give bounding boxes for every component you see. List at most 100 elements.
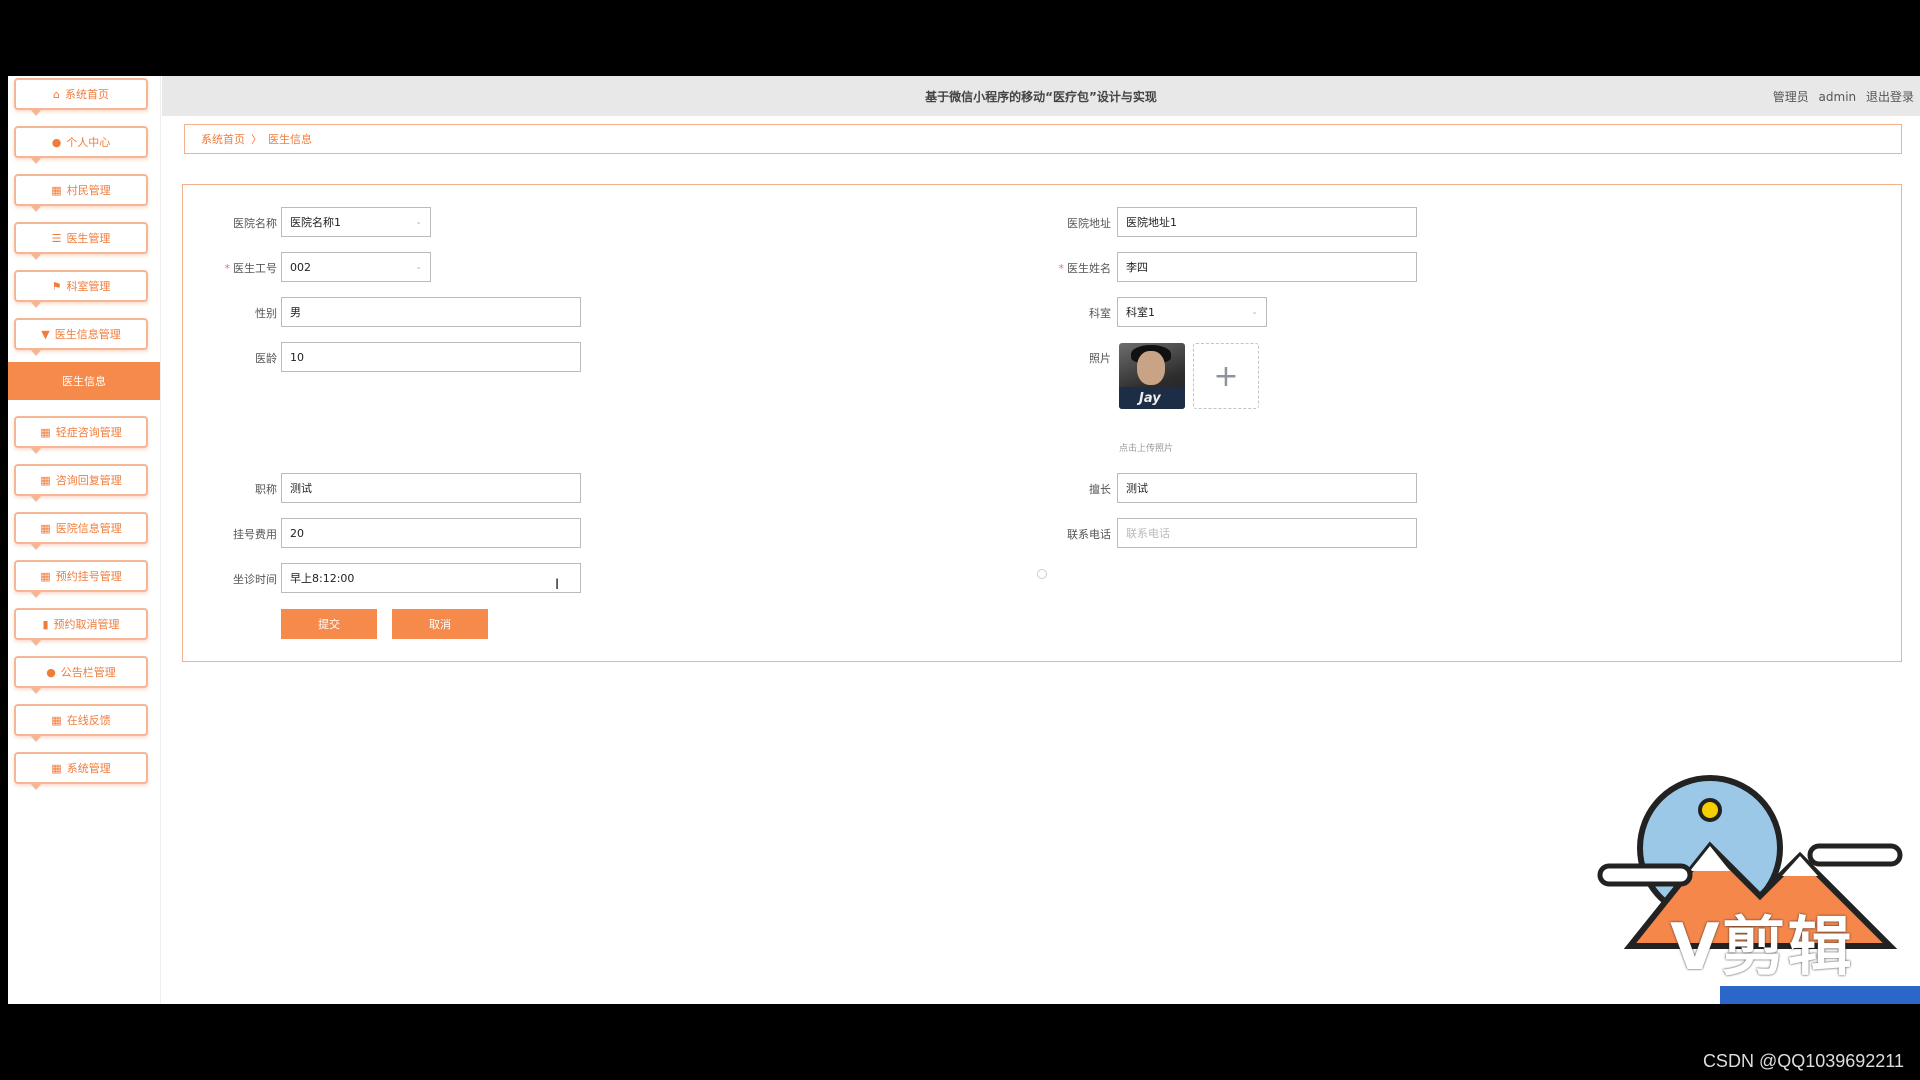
grid-icon: ▦ xyxy=(40,425,51,439)
sidebar-item-label: 在线反馈 xyxy=(66,714,111,727)
sidebar-item-10[interactable]: ▮ 预约取消管理 xyxy=(14,608,148,646)
pin-icon: ▼ xyxy=(41,327,50,341)
department-label: 科室 xyxy=(1089,307,1111,320)
app-title: 基于微信小程序的移动“医疗包”设计与实现 xyxy=(925,90,1157,104)
sidebar-item-label: 系统首页 xyxy=(64,88,109,101)
chevron-down-icon: ⌄ xyxy=(415,217,422,226)
clear-icon xyxy=(1037,569,1047,579)
user-role: 管理员 xyxy=(1772,90,1809,104)
submit-button[interactable]: 提交 xyxy=(281,609,377,639)
home-icon: ⌂ xyxy=(53,87,60,101)
sidebar-item-0[interactable]: ⌂ 系统首页 xyxy=(14,78,148,116)
sidebar-item-label: 医院信息管理 xyxy=(55,522,122,535)
breadcrumb-home[interactable]: 系统首页 xyxy=(201,131,245,147)
sidebar-subitem-doctor-info[interactable]: 医生信息 xyxy=(8,362,160,400)
tab-tail xyxy=(30,349,42,356)
tab-tail xyxy=(30,591,42,598)
sidebar-item-label: 轻症咨询管理 xyxy=(55,426,122,439)
breadcrumb-separator: 〉 xyxy=(251,133,262,146)
watermark-overlay: V剪辑 xyxy=(1560,736,1920,1004)
hospital-name-label: 医院名称 xyxy=(233,217,277,230)
tab-tail xyxy=(30,543,42,550)
sidebar-item-7[interactable]: ▦ 咨询回复管理 xyxy=(14,464,148,502)
specialty-label: 擅长 xyxy=(1089,483,1111,496)
user-icon: ● xyxy=(51,135,62,149)
photo-label: 照片 xyxy=(1089,352,1111,365)
doctor-id-label-wrap: * 医生工号 xyxy=(197,260,278,276)
logout-link[interactable]: 退出登录 xyxy=(1866,90,1914,104)
sidebar-item-9[interactable]: ▦ 预约挂号管理 xyxy=(14,560,148,598)
tab-tail xyxy=(30,639,42,646)
tab-tail xyxy=(30,783,42,790)
gender-label: 性别 xyxy=(255,307,277,320)
sidebar-item-4[interactable]: ⚑ 科室管理 xyxy=(14,270,148,308)
doctor-form: 医院名称 医院名称1 ⌄ 医院地址 医院地址1 * 医生工号 002 ⌄ * 医生姓… xyxy=(182,184,1902,662)
hospital-name-value: 医院名称1 xyxy=(290,216,341,229)
sidebar-item-11[interactable]: ● 公告栏管理 xyxy=(14,656,148,694)
title-field[interactable]: 测试 xyxy=(281,473,581,503)
sidebar-item-12[interactable]: ▦ 在线反馈 xyxy=(14,704,148,742)
location-icon: ● xyxy=(46,665,56,679)
chevron-down-icon: ⌄ xyxy=(1251,307,1258,316)
grid-icon: ▦ xyxy=(51,183,62,197)
tab-tail xyxy=(30,495,42,502)
grid-icon: ▦ xyxy=(40,569,51,583)
fee-field[interactable]: 20 xyxy=(281,518,581,548)
tab-tail xyxy=(30,157,42,164)
text-cursor-icon: I xyxy=(555,577,560,593)
hospital-name-select[interactable]: 医院名称1 ⌄ xyxy=(281,207,431,237)
sidebar-item-label: 预约挂号管理 xyxy=(55,570,122,583)
sidebar-item-8[interactable]: ▦ 医院信息管理 xyxy=(14,512,148,550)
tab-tail xyxy=(30,205,42,212)
top-bar: 基于微信小程序的移动“医疗包”设计与实现 管理员 admin 退出登录 xyxy=(162,76,1920,116)
sidebar-item-1[interactable]: ● 个人中心 xyxy=(14,126,148,164)
sidebar-item-label: 医生管理 xyxy=(66,232,111,245)
breadcrumb: 系统首页 〉 医生信息 xyxy=(184,124,1902,154)
hospital-address-label: 医院地址 xyxy=(1067,217,1111,230)
upload-hint: 点击上传照片 xyxy=(1119,444,1174,454)
phone-field[interactable]: 联系电话 xyxy=(1117,518,1417,548)
sidebar-item-label: 预约取消管理 xyxy=(53,618,120,631)
chevron-down-icon: ⌄ xyxy=(415,262,422,271)
sidebar-item-6[interactable]: ▦ 轻症咨询管理 xyxy=(14,416,148,454)
phone-label: 联系电话 xyxy=(1067,528,1111,541)
department-select[interactable]: 科室1 ⌄ xyxy=(1117,297,1267,327)
department-value: 科室1 xyxy=(1126,306,1155,319)
grid-icon: ▦ xyxy=(51,761,62,775)
tab-tail xyxy=(30,109,42,116)
sidebar-item-label: 科室管理 xyxy=(66,280,111,293)
user-area: 管理员 admin 退出登录 xyxy=(1767,88,1914,105)
hospital-address-field[interactable]: 医院地址1 xyxy=(1117,207,1417,237)
sidebar-item-2[interactable]: ▦ 村民管理 xyxy=(14,174,148,212)
tab-tail xyxy=(30,735,42,742)
photo-thumbnail[interactable]: Jay xyxy=(1119,343,1185,409)
tab-tail xyxy=(30,301,42,308)
doctor-id-select[interactable]: 002 ⌄ xyxy=(281,252,431,282)
grid-icon: ▦ xyxy=(40,473,51,487)
grid-icon: ▦ xyxy=(40,521,51,535)
sidebar-item-3[interactable]: ☰ 医生管理 xyxy=(14,222,148,260)
tab-tail xyxy=(30,687,42,694)
doctor-name-field[interactable]: 李四 xyxy=(1117,252,1417,282)
years-field[interactable]: 10 xyxy=(281,342,581,372)
gender-field[interactable]: 男 xyxy=(281,297,581,327)
upload-photo-button[interactable]: + xyxy=(1193,343,1259,409)
schedule-label: 坐诊时间 xyxy=(233,573,277,586)
cancel-button[interactable]: 取消 xyxy=(392,609,488,639)
sidebar-item-label: 公告栏管理 xyxy=(60,666,116,679)
tab-tail xyxy=(30,253,42,260)
specialty-field[interactable]: 测试 xyxy=(1117,473,1417,503)
schedule-field[interactable]: 早上8:12:00 xyxy=(281,563,581,593)
doctor-id-value: 002 xyxy=(290,260,311,274)
sidebar-item-13[interactable]: ▦ 系统管理 xyxy=(14,752,148,790)
sidebar: ⌂ 系统首页 ● 个人中心 ▦ 村民管理 ☰ 医生管理 ⚑ 科室管理 ▼ 医生信息管理 ▦ 轻症咨询管理 ▦… xyxy=(8,76,161,1004)
sidebar-item-label: 咨询回复管理 xyxy=(55,474,122,487)
username: admin xyxy=(1818,90,1857,104)
doctor-id-label: 医生工号 xyxy=(233,262,277,275)
breadcrumb-current: 医生信息 xyxy=(268,133,312,146)
sidebar-item-5[interactable]: ▼ 医生信息管理 xyxy=(14,318,148,356)
flag-icon: ⚑ xyxy=(51,279,62,293)
doctor-name-label-wrap: * 医生姓名 xyxy=(1031,260,1112,276)
photo-face xyxy=(1137,351,1165,385)
plus-icon: + xyxy=(1213,358,1239,394)
